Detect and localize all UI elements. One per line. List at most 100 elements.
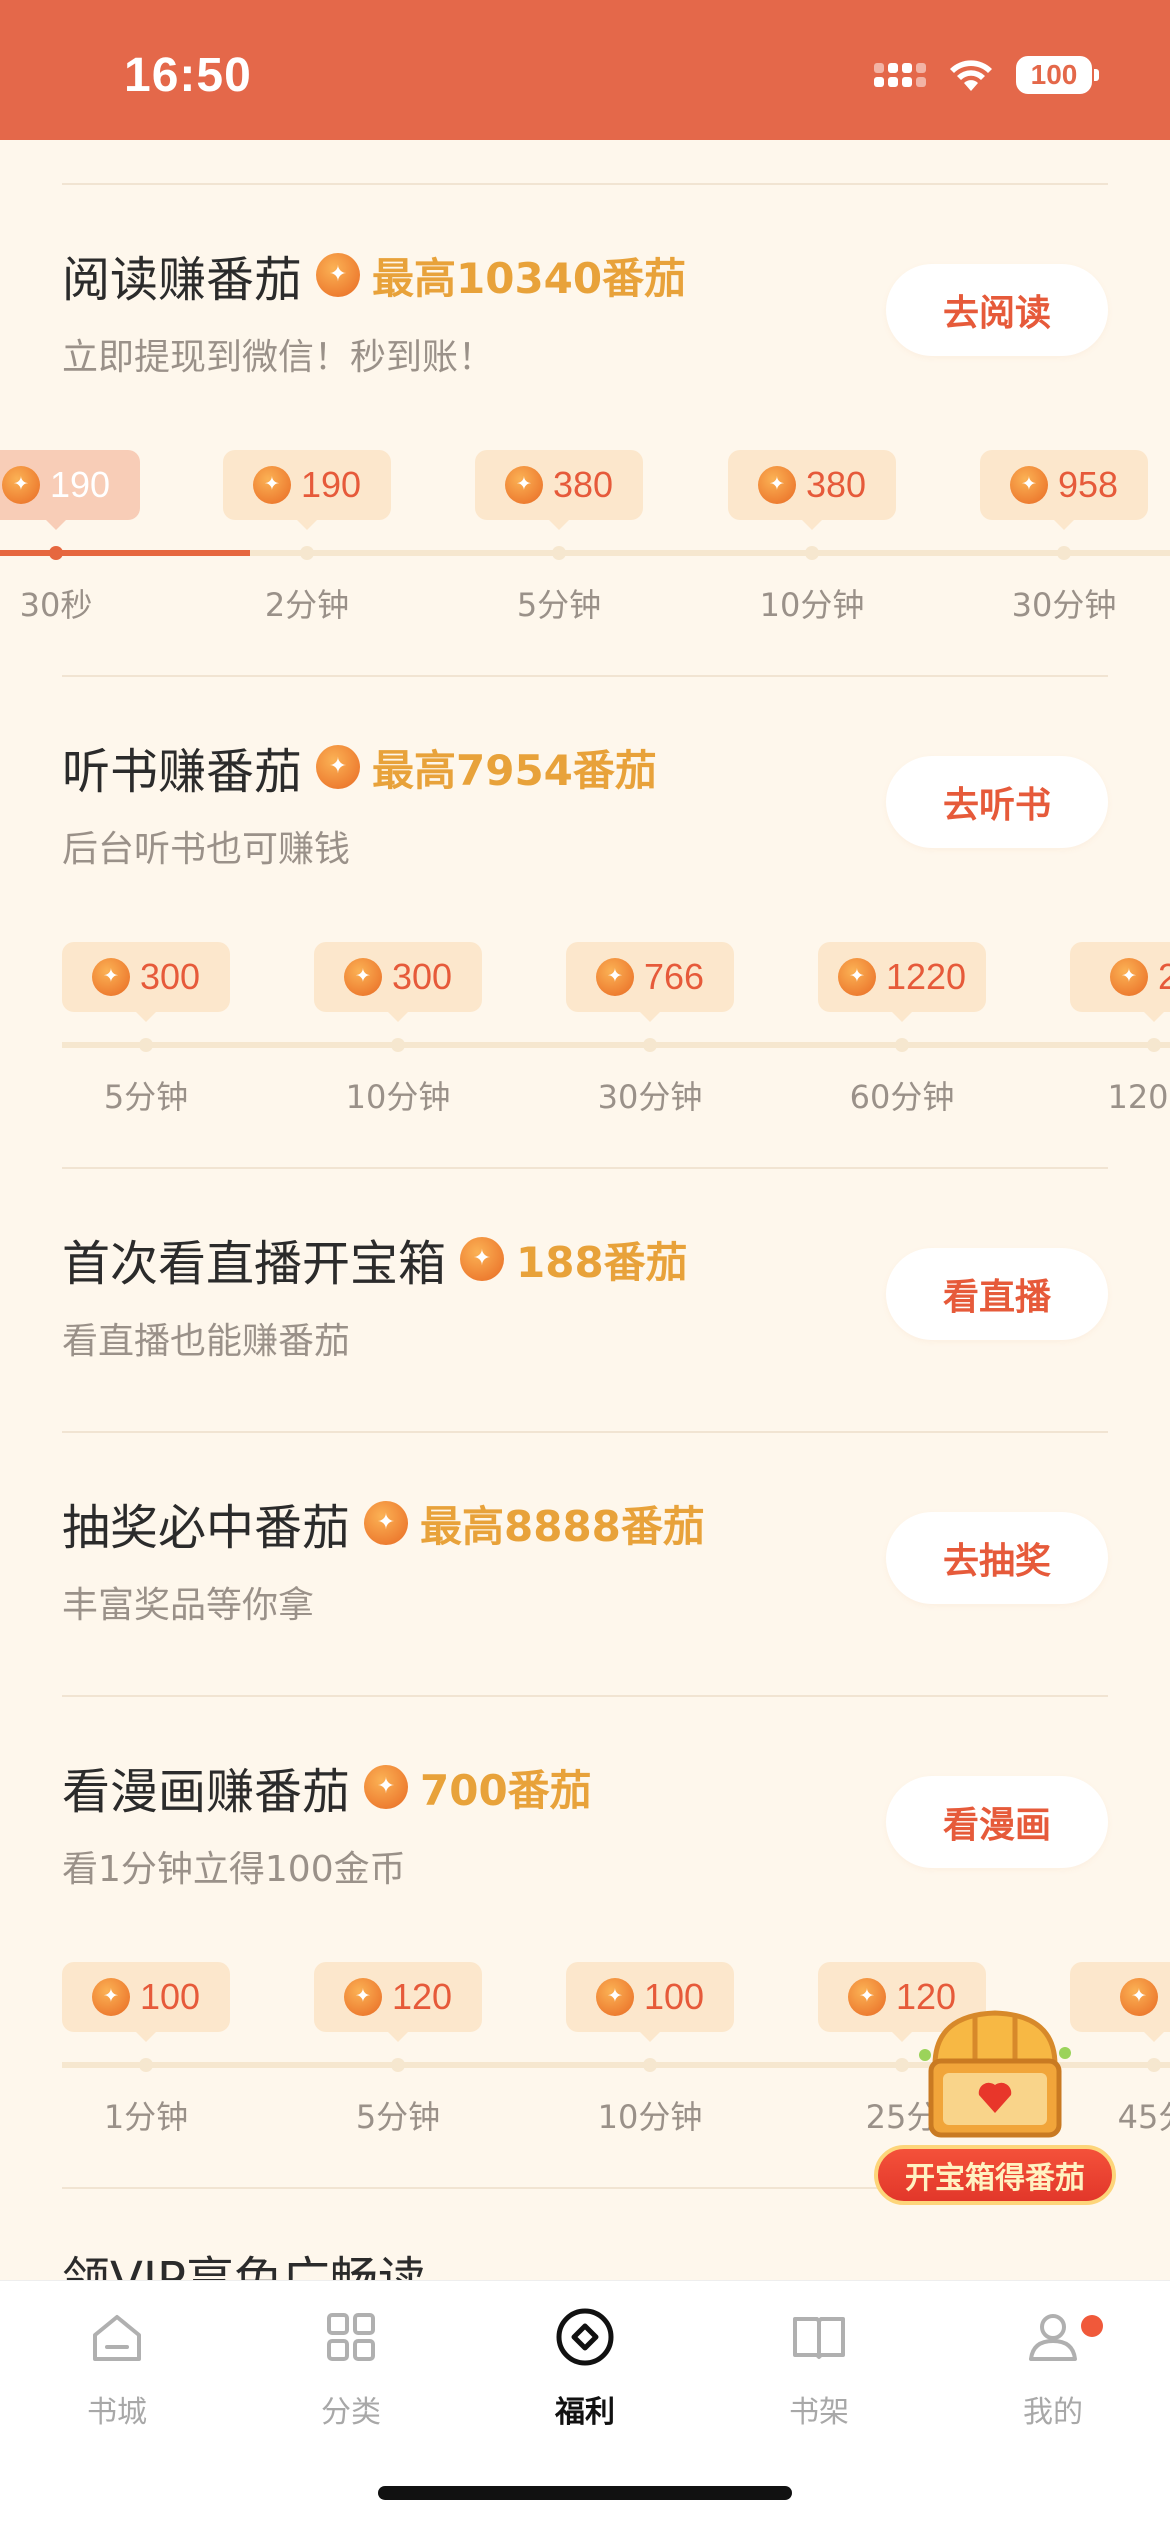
- progress-dot: [643, 1038, 657, 1052]
- tomato-coin-icon: [837, 958, 876, 996]
- status-time: 16:50: [124, 49, 252, 102]
- tomato-coin-icon: [316, 745, 361, 789]
- reward-pill: 380: [475, 450, 643, 530]
- reward-pill: 100: [566, 1962, 734, 2042]
- go-listen-button[interactable]: 去听书: [886, 756, 1108, 848]
- step-label: 10分钟: [759, 586, 865, 624]
- treasure-label: 开宝箱得番茄: [874, 2145, 1116, 2205]
- listening-progress: 300 300 766 1220 23 5分钟 10分钟 30分钟 60分钟 1…: [0, 942, 1170, 1142]
- tomato-coin-icon: [91, 958, 130, 996]
- step-label: 10分钟: [345, 1078, 451, 1116]
- divider: [62, 183, 1108, 185]
- task-title-text: 看漫画赚番茄: [62, 1764, 351, 1820]
- tomato-coin-icon: [757, 466, 796, 504]
- home-icon: [93, 2315, 141, 2361]
- step-label: 30秒: [19, 586, 93, 624]
- reward-pill: 300: [62, 942, 230, 1022]
- reward-pill: 120: [314, 1962, 482, 2042]
- tomato-coin-icon: [1, 466, 40, 504]
- home-indicator[interactable]: [378, 2486, 792, 2500]
- reward-pill: 1220: [818, 942, 986, 1022]
- treasure-chest-icon: [919, 2010, 1071, 2138]
- task-subtitle: 看1分钟立得100金币: [62, 1849, 406, 1890]
- reward-pill: 190: [223, 450, 391, 530]
- tab-welfare[interactable]: 福利: [495, 2305, 675, 2431]
- step-label: 5分钟: [516, 586, 602, 624]
- progress-dot: [552, 546, 566, 560]
- progress-fill: [0, 550, 250, 556]
- divider: [62, 675, 1108, 677]
- tomato-coin-icon: [1009, 466, 1048, 504]
- reward-pill: 300: [314, 942, 482, 1022]
- step-label: 5分钟: [103, 1078, 189, 1116]
- task-title-lottery: 抽奖必中番茄 最高8888番茄: [62, 1488, 705, 1558]
- progress-track: [62, 1042, 1170, 1048]
- tomato-coin-icon: [252, 466, 291, 504]
- reading-progress: 190 190 380 380 958 30秒 2分钟 5分钟 10分钟 30分…: [0, 450, 1170, 650]
- tab-mine[interactable]: 我的: [963, 2305, 1143, 2431]
- tab-label: 书架: [789, 2395, 849, 2430]
- step-label: 2分钟: [264, 586, 350, 624]
- step-label: 1分钟: [103, 2098, 189, 2136]
- divider: [62, 1431, 1108, 1433]
- battery-indicator: 100: [1016, 56, 1099, 94]
- status-bar: 16:50 100: [0, 0, 1170, 140]
- reward-pill: 190: [0, 450, 140, 530]
- tab-bookshelf[interactable]: 书架: [729, 2305, 909, 2431]
- progress-dot: [139, 2058, 153, 2072]
- reward-pill: 766: [566, 942, 734, 1022]
- tomato-coin-icon: [595, 1978, 634, 2016]
- progress-dot: [805, 546, 819, 560]
- task-title-text: 听书赚番茄: [62, 744, 303, 800]
- task-title-text: 首次看直播开宝箱: [62, 1236, 447, 1292]
- task-title-text: 阅读赚番茄: [62, 252, 303, 308]
- watch-live-button[interactable]: 看直播: [886, 1248, 1108, 1340]
- notification-badge: [1081, 2315, 1103, 2337]
- progress-dot: [391, 1038, 405, 1052]
- task-reward: 188番茄: [516, 1237, 688, 1287]
- go-read-button[interactable]: 去阅读: [886, 264, 1108, 356]
- tab-label: 我的: [1023, 2395, 1083, 2430]
- profile-icon: [1029, 2314, 1077, 2361]
- progress-dot: [391, 2058, 405, 2072]
- task-title-listening: 听书赚番茄 最高7954番茄: [62, 732, 657, 802]
- tomato-coin-icon: [595, 958, 634, 996]
- read-comics-button[interactable]: 看漫画: [886, 1776, 1108, 1868]
- progress-dot: [300, 546, 314, 560]
- task-title-live: 首次看直播开宝箱 188番茄: [62, 1224, 688, 1294]
- step-label: 30分钟: [597, 1078, 703, 1116]
- progress-dot: [895, 1038, 909, 1052]
- progress-dot: [139, 1038, 153, 1052]
- status-icons: 100: [874, 56, 1099, 94]
- progress-dot: [49, 546, 63, 560]
- step-label: 10分钟: [597, 2098, 703, 2136]
- tomato-coin-icon: [460, 1237, 505, 1281]
- task-subtitle: 立即提现到微信！秒到账！: [62, 337, 495, 378]
- tab-category[interactable]: 分类: [261, 2305, 441, 2431]
- step-label: 5分钟: [355, 2098, 441, 2136]
- divider: [62, 1167, 1108, 1169]
- welfare-icon: [556, 2308, 614, 2366]
- treasure-chest-widget[interactable]: 开宝箱得番茄: [870, 1995, 1120, 2210]
- tomato-coin-icon: [504, 466, 543, 504]
- task-reward: 700番茄: [420, 1765, 592, 1815]
- reward-pill: 100: [62, 1962, 230, 2042]
- tomato-coin-icon: [343, 1978, 382, 2016]
- go-lottery-button[interactable]: 去抽奖: [886, 1512, 1108, 1604]
- tab-label: 书城: [87, 2395, 147, 2430]
- divider: [62, 1695, 1108, 1697]
- task-subtitle: 后台听书也可赚钱: [62, 829, 351, 870]
- tomato-coin-icon: [364, 1501, 409, 1545]
- tab-bookstore[interactable]: 书城: [27, 2305, 207, 2431]
- progress-dot: [1057, 546, 1071, 560]
- reward-pill: 958: [980, 450, 1148, 530]
- tab-label: 福利: [555, 2395, 615, 2430]
- step-label: 120分: [1107, 1078, 1170, 1116]
- step-label: 30分钟: [1011, 586, 1117, 624]
- tomato-coin-icon: [1119, 1978, 1158, 2016]
- tab-label: 分类: [321, 2395, 381, 2430]
- tomato-coin-icon: [364, 1765, 409, 1809]
- tomato-coin-icon: [316, 253, 361, 297]
- task-reward: 最高7954番茄: [372, 745, 657, 795]
- tomato-coin-icon: [343, 958, 382, 996]
